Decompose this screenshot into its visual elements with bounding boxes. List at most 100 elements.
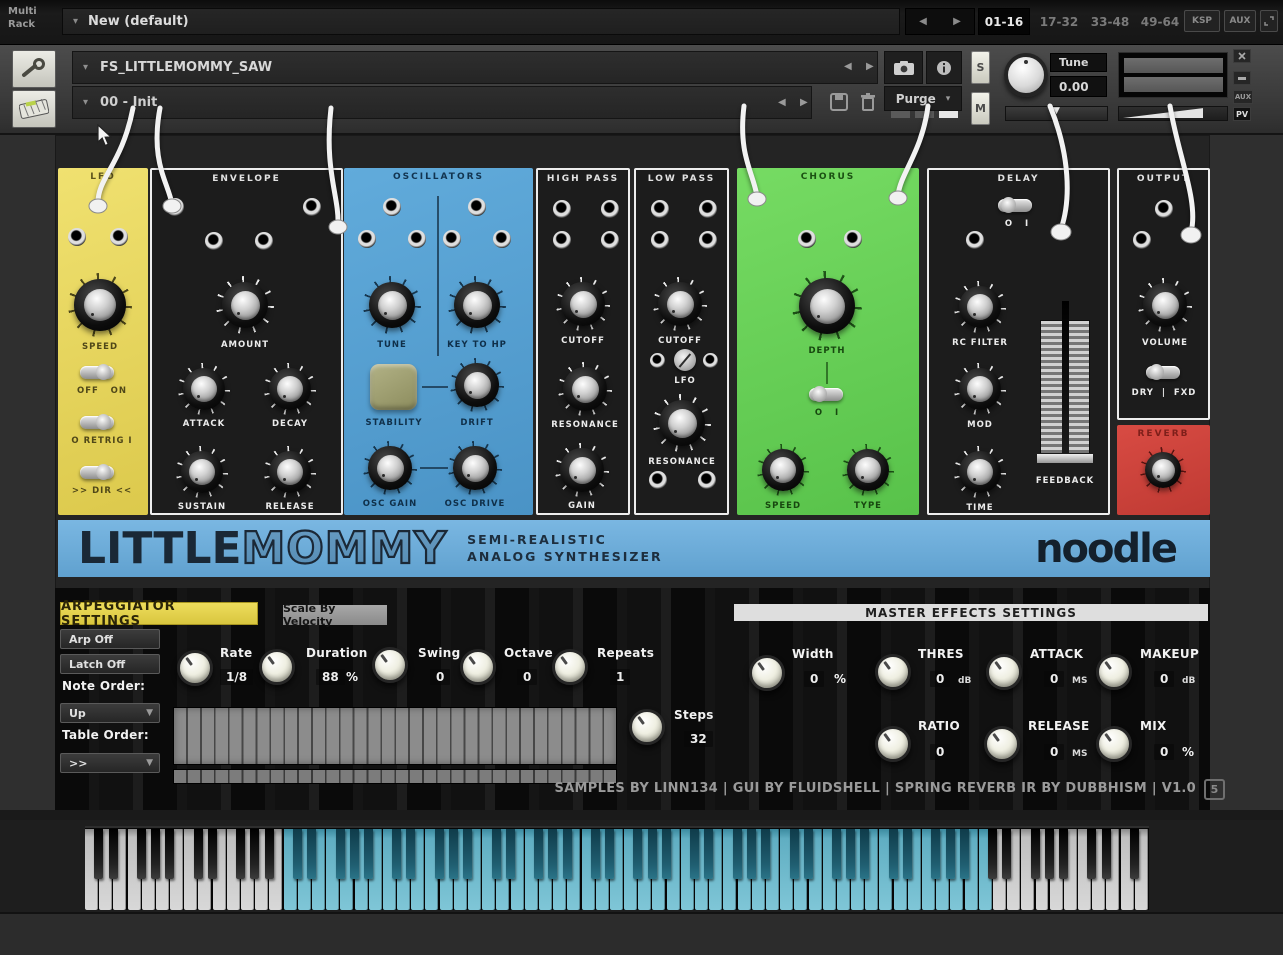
lfo-jack-1[interactable] xyxy=(68,228,86,246)
next-preset-button[interactable]: ▶ xyxy=(800,97,808,108)
chevron-down-icon[interactable]: ▾ xyxy=(83,62,88,73)
multi-name-field[interactable]: ▾ New (default) xyxy=(62,8,900,35)
osc-jack-6[interactable] xyxy=(493,230,511,248)
swing-knob[interactable] xyxy=(372,647,408,683)
piano-key-black[interactable] xyxy=(250,829,259,879)
envelope-jack-tl[interactable] xyxy=(166,198,184,216)
chorus-onoff-toggle[interactable] xyxy=(809,388,843,401)
piano-key-black[interactable] xyxy=(690,829,699,879)
delay-mod-knob[interactable] xyxy=(954,363,1006,415)
aux-button[interactable]: AUX xyxy=(1224,10,1256,32)
repeats-knob[interactable] xyxy=(552,649,588,685)
piano-key-black[interactable] xyxy=(563,829,572,879)
minimize-icon[interactable] xyxy=(1233,71,1251,85)
osc-stability-button[interactable] xyxy=(370,364,417,410)
next-page-button[interactable]: ▶ xyxy=(953,16,961,27)
purge-dropdown[interactable]: Purge ▾ xyxy=(884,86,962,111)
instrument-name-bar[interactable]: ▾ FS_LITTLEMOMMY_SAW xyxy=(72,51,878,84)
piano-key-black[interactable] xyxy=(406,829,415,879)
osc-jack-2[interactable] xyxy=(468,198,486,216)
chorus-type-knob[interactable] xyxy=(842,444,894,496)
step-table[interactable] xyxy=(173,707,617,765)
lfo-speed-knob[interactable] xyxy=(68,273,132,337)
lp-cutoff-knob[interactable] xyxy=(653,277,707,331)
piano-key-black[interactable] xyxy=(648,829,657,879)
piano-key-black[interactable] xyxy=(747,829,756,879)
osc-jack-1[interactable] xyxy=(383,198,401,216)
scale-by-velocity-button[interactable]: Scale By Velocity xyxy=(283,605,387,625)
envelope-jack-tr[interactable] xyxy=(303,198,321,216)
hp-cutoff-knob[interactable] xyxy=(556,277,610,331)
chevron-down-icon[interactable]: ▾ xyxy=(83,97,88,108)
midi-keyboard-button[interactable] xyxy=(12,90,56,128)
piano-key-black[interactable] xyxy=(591,829,600,879)
solo-button[interactable]: S xyxy=(971,51,990,84)
lfo-jack-2[interactable] xyxy=(110,228,128,246)
hp-jack-1[interactable] xyxy=(553,200,571,218)
lp-resonance-knob[interactable] xyxy=(653,394,711,452)
envelope-sustain-knob[interactable] xyxy=(176,446,228,498)
piano-key-black[interactable] xyxy=(435,829,444,879)
preset-bar[interactable]: ▾ 00 - Init xyxy=(72,86,812,119)
piano-key-black[interactable] xyxy=(109,829,118,879)
chorus-depth-knob[interactable] xyxy=(792,271,862,341)
prev-page-button[interactable]: ◀ xyxy=(919,16,927,27)
envelope-jack-2[interactable] xyxy=(255,232,273,250)
pan-slider[interactable] xyxy=(1005,106,1108,121)
chorus-jack-1[interactable] xyxy=(798,230,816,248)
osc-jack-3[interactable] xyxy=(358,230,376,248)
rate-knob[interactable] xyxy=(177,650,213,686)
piano-key-black[interactable] xyxy=(307,829,316,879)
piano-key-black[interactable] xyxy=(804,829,813,879)
delay-feedback-slider[interactable] xyxy=(1040,320,1090,455)
osc-key-to-hp-knob[interactable] xyxy=(448,276,506,334)
page-tab-01-16[interactable]: 01-16 xyxy=(978,8,1030,35)
keyboard[interactable] xyxy=(85,826,1149,910)
steps-knob[interactable] xyxy=(629,709,665,745)
lp-lfo-jack-l[interactable] xyxy=(650,353,665,368)
volume-slider[interactable] xyxy=(1118,106,1228,121)
save-button[interactable] xyxy=(826,89,852,115)
envelope-jack-1[interactable] xyxy=(205,232,223,250)
piano-key-black[interactable] xyxy=(463,829,472,879)
info-button[interactable] xyxy=(926,51,962,84)
piano-key-black[interactable] xyxy=(236,829,245,879)
lfo-retrig-toggle[interactable] xyxy=(80,416,114,429)
piano-key-black[interactable] xyxy=(506,829,515,879)
piano-key-black[interactable] xyxy=(832,829,841,879)
octave-knob[interactable] xyxy=(460,649,496,685)
thres-knob[interactable] xyxy=(875,654,911,690)
page-tab-17-32[interactable]: 17-32 xyxy=(1035,8,1083,35)
mute-button[interactable]: M xyxy=(971,92,990,125)
piano-key-black[interactable] xyxy=(492,829,501,879)
output-jack-1[interactable] xyxy=(1155,200,1173,218)
expand-icon[interactable] xyxy=(1260,10,1278,32)
lp-jack-4[interactable] xyxy=(699,231,717,249)
piano-key-black[interactable] xyxy=(534,829,543,879)
delay-rc-filter-knob[interactable] xyxy=(954,281,1006,333)
piano-key-black[interactable] xyxy=(946,829,955,879)
envelope-amount-knob[interactable] xyxy=(216,276,274,334)
piano-key-black[interactable] xyxy=(194,829,203,879)
piano-key-black[interactable] xyxy=(137,829,146,879)
ksp-button[interactable]: KSP xyxy=(1184,10,1220,32)
output-dry-fxd-toggle[interactable] xyxy=(1146,366,1180,379)
chorus-speed-knob[interactable] xyxy=(757,444,809,496)
hp-jack-4[interactable] xyxy=(601,231,619,249)
next-instrument-button[interactable]: ▶ xyxy=(866,61,874,72)
piano-key-black[interactable] xyxy=(605,829,614,879)
delete-button[interactable] xyxy=(855,89,881,115)
page-tab-49-64[interactable]: 49-64 xyxy=(1136,8,1184,35)
fx-release-knob[interactable] xyxy=(984,726,1020,762)
piano-key-black[interactable] xyxy=(960,829,969,879)
osc-drift-knob[interactable] xyxy=(450,358,504,412)
lp-jack-3[interactable] xyxy=(651,231,669,249)
mix-knob[interactable] xyxy=(1096,726,1132,762)
ratio-knob[interactable] xyxy=(875,726,911,762)
osc-drive-knob[interactable] xyxy=(448,441,502,495)
piano-key-black[interactable] xyxy=(662,829,671,879)
note-order-dropdown[interactable]: Up ▼ xyxy=(60,703,160,723)
lp-lfo-trimpot[interactable] xyxy=(674,349,696,371)
piano-key-black[interactable] xyxy=(761,829,770,879)
piano-key-black[interactable] xyxy=(1130,829,1139,879)
